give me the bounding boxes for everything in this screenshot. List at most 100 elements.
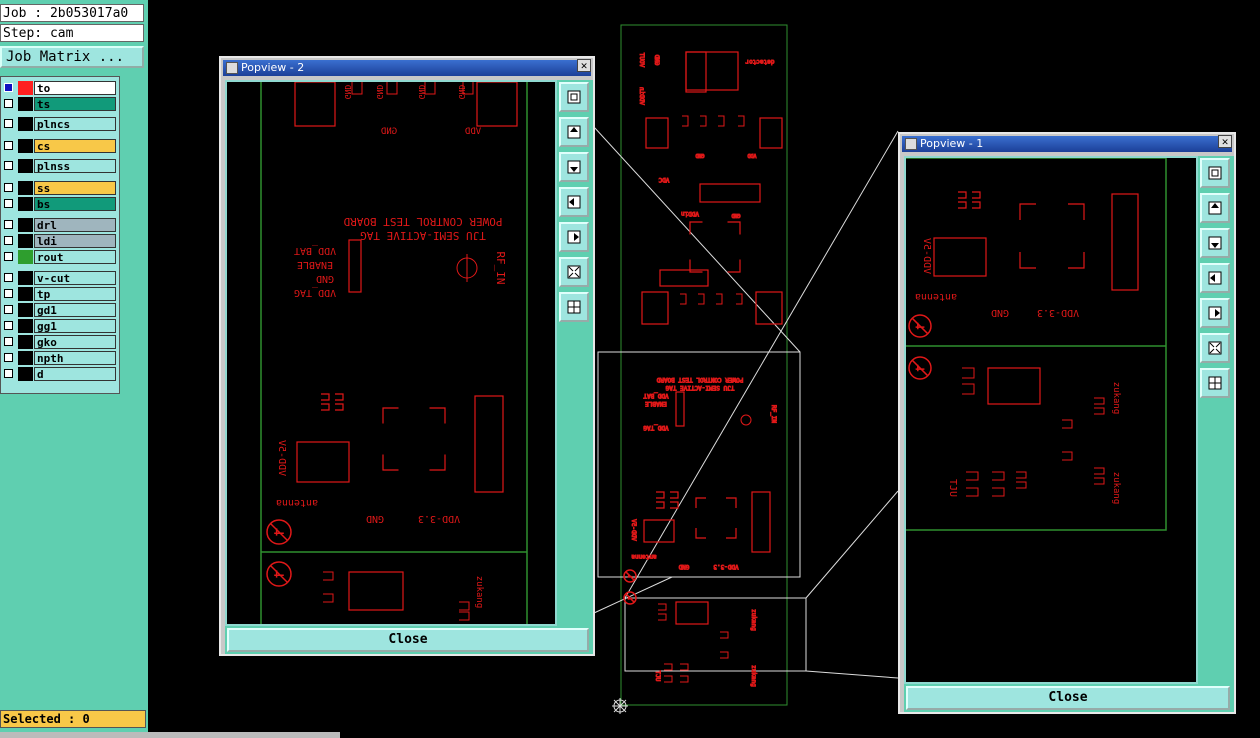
layer-name-label[interactable]: drl [34,218,116,232]
layer-color-swatch[interactable] [18,159,33,173]
zoom-in-button[interactable] [559,257,589,287]
pad [682,115,689,127]
layer-name-label[interactable]: cs [34,139,116,153]
pan-left-button[interactable] [559,187,589,217]
layer-color-swatch[interactable] [18,271,33,285]
layer-name-label[interactable]: v-cut [34,271,116,285]
component-pad [675,391,685,427]
layer-row-ss[interactable]: ss [1,181,119,195]
layer-checkbox[interactable] [4,119,13,128]
zoom-window-button[interactable] [1200,158,1230,188]
layer-color-swatch[interactable] [18,287,33,301]
layer-color-swatch[interactable] [18,319,33,333]
layer-row-cs[interactable]: cs [1,139,119,153]
pan-right-button[interactable] [1200,298,1230,328]
layer-name-label[interactable]: gg1 [34,319,116,333]
pad [351,82,363,95]
zoom-out-button[interactable] [559,292,589,322]
layer-color-swatch[interactable] [18,81,33,95]
layer-checkbox[interactable] [4,273,13,282]
layer-checkbox[interactable] [4,369,13,378]
layer-row-d[interactable]: d [1,367,119,381]
layer-name-label[interactable]: plncs [34,117,116,131]
popview-2-close-icon[interactable]: ✕ [577,59,591,72]
popview-1-close-icon[interactable]: ✕ [1218,135,1232,148]
pan-down-button[interactable] [1200,228,1230,258]
popview-1-close-button[interactable]: Close [906,686,1230,710]
layer-color-swatch[interactable] [18,367,33,381]
layer-row-ts[interactable]: ts [1,97,119,111]
layer-row-plncs[interactable]: plncs [1,117,119,131]
layer-checkbox[interactable] [4,353,13,362]
pan-left-button[interactable] [1200,263,1230,293]
popview-2-canvas[interactable]: GND GND GND GND GND VDD POWER CONTROL TEST BOA… [225,80,557,626]
layer-color-swatch[interactable] [18,197,33,211]
layer-row-gd1[interactable]: gd1 [1,303,119,317]
layer-row-plnss[interactable]: plnss [1,159,119,173]
layer-name-label[interactable]: gd1 [34,303,116,317]
layer-name-label[interactable]: npth [34,351,116,365]
layer-row-npth[interactable]: npth [1,351,119,365]
layer-checkbox[interactable] [4,252,13,261]
layer-checkbox[interactable] [4,161,13,170]
symbol-slash [911,317,929,335]
layer-name-label[interactable]: ss [34,181,116,195]
layer-row-v-cut[interactable]: v-cut [1,271,119,285]
layer-checkbox[interactable] [4,99,13,108]
layer-row-tp[interactable]: tp [1,287,119,301]
pan-right-button[interactable] [559,222,589,252]
layer-name-label[interactable]: ldi [34,234,116,248]
layer-checkbox[interactable] [4,236,13,245]
layer-row-rout[interactable]: rout [1,250,119,264]
layer-color-swatch[interactable] [18,335,33,349]
layer-name-label[interactable]: tp [34,287,116,301]
layer-checkbox[interactable] [4,337,13,346]
layer-color-swatch[interactable] [18,351,33,365]
zoom-in-button[interactable] [1200,333,1230,363]
layer-checkbox[interactable] [4,199,13,208]
pan-up-button[interactable] [559,117,589,147]
layer-name-label[interactable]: bs [34,197,116,211]
popview-1-canvas[interactable]: VDD-5V antenna GND VDD-3.3 zukang zukang TJU [904,156,1198,684]
layer-name-label[interactable]: d [34,367,116,381]
layer-color-swatch[interactable] [18,117,33,131]
layer-name-label[interactable]: to [34,81,116,95]
layer-checkbox[interactable] [4,183,13,192]
layer-checkbox[interactable] [4,83,13,92]
layer-name-label[interactable]: rout [34,250,116,264]
layer-checkbox[interactable] [4,141,13,150]
pan-down-button[interactable] [559,152,589,182]
popview-2-close-button[interactable]: Close [227,628,589,652]
component-pad [933,237,987,277]
layer-name-label[interactable]: plnss [34,159,116,173]
layer-color-swatch[interactable] [18,218,33,232]
zoom-window-button[interactable] [559,82,589,112]
layer-name-label[interactable]: ts [34,97,116,111]
pan-up-button[interactable] [1200,193,1230,223]
layer-color-swatch[interactable] [18,139,33,153]
silkscreen-text: VDD [747,152,756,158]
job-matrix-button[interactable]: Job Matrix ... [0,46,144,68]
layer-checkbox[interactable] [4,305,13,314]
layer-checkbox[interactable] [4,220,13,229]
capacitor-footprint [321,393,344,411]
popview-1-titlebar[interactable]: Popview - 1 [902,136,1232,152]
layer-color-swatch[interactable] [18,181,33,195]
layer-checkbox[interactable] [4,321,13,330]
pad [966,471,1027,497]
layer-row-to[interactable]: to [1,81,119,95]
layer-color-swatch[interactable] [18,303,33,317]
layer-color-swatch[interactable] [18,97,33,111]
layer-row-ldi[interactable]: ldi [1,234,119,248]
layer-name-label[interactable]: gko [34,335,116,349]
symbol-slash [270,523,288,541]
zoom-out-button[interactable] [1200,368,1230,398]
layer-color-swatch[interactable] [18,234,33,248]
layer-color-swatch[interactable] [18,250,33,264]
layer-row-gko[interactable]: gko [1,335,119,349]
layer-checkbox[interactable] [4,289,13,298]
layer-row-drl[interactable]: drl [1,218,119,232]
layer-row-bs[interactable]: bs [1,197,119,211]
popview-2-titlebar[interactable]: Popview - 2 [223,60,591,76]
layer-row-gg1[interactable]: gg1 [1,319,119,333]
